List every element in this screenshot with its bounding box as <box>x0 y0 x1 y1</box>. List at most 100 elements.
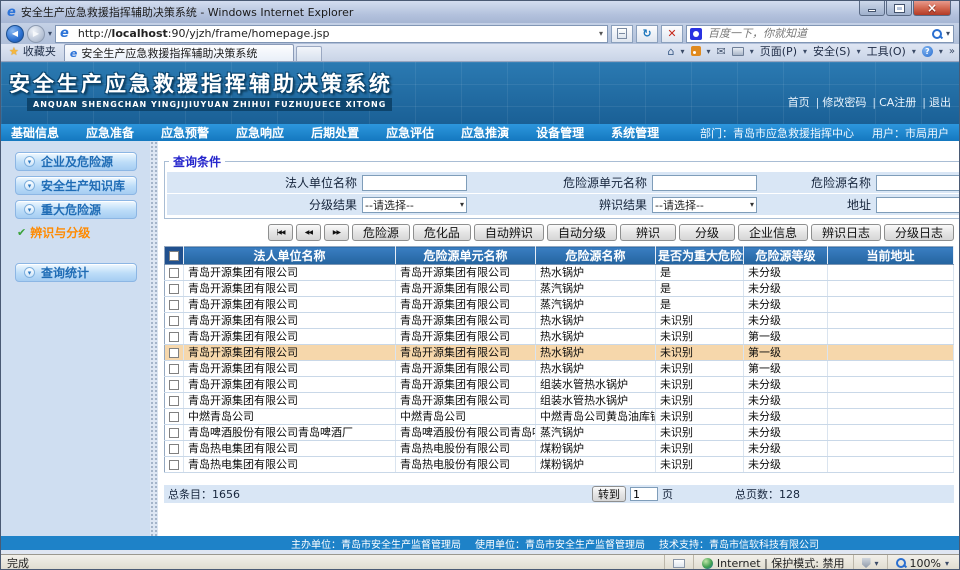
url-dropdown-icon[interactable]: ▾ <box>599 29 603 38</box>
next-page-button[interactable]: ▶▶ <box>324 224 349 241</box>
grade-log-button[interactable]: 分级日志 <box>884 224 954 241</box>
maximize-button[interactable] <box>886 1 912 16</box>
menu-emergency-evaluate[interactable]: 应急评估 <box>386 124 434 141</box>
menu-equipment-manage[interactable]: 设备管理 <box>536 124 584 141</box>
sidebar-splitter[interactable] <box>150 141 158 536</box>
hazard-source-button[interactable]: 危险源 <box>352 224 410 241</box>
help-dropdown-icon[interactable]: ▾ <box>939 47 943 56</box>
forward-button[interactable]: ▶ <box>27 25 45 43</box>
auto-grade-button[interactable]: 自动分级 <box>547 224 617 241</box>
feeds-dropdown-icon[interactable]: ▾ <box>707 47 711 56</box>
menu-post-disposal[interactable]: 后期处置 <box>311 124 359 141</box>
safety-dropdown-icon[interactable]: ▾ <box>857 47 861 56</box>
table-row[interactable]: 青岛开源集团有限公司青岛开源集团有限公司蒸汽锅炉是未分级 <box>165 297 954 313</box>
row-checkbox[interactable] <box>169 284 179 294</box>
row-checkbox[interactable] <box>169 300 179 310</box>
table-row[interactable]: 青岛开源集团有限公司青岛开源集团有限公司热水锅炉未识别第一级 <box>165 329 954 345</box>
table-row[interactable]: 青岛开源集团有限公司青岛开源集团有限公司组装水管热水锅炉未识别未分级 <box>165 393 954 409</box>
read-mail-icon[interactable]: ✉ <box>717 45 726 58</box>
sidebar-item-major-hazard[interactable]: ▾ 重大危险源 <box>15 200 137 219</box>
page-number-input[interactable] <box>630 487 658 501</box>
stop-button[interactable]: ✕ <box>661 25 683 43</box>
zoom-pane[interactable]: 100% ▾ <box>887 555 959 570</box>
link-ca-register[interactable]: CA注册 <box>866 94 916 110</box>
menu-basic-info[interactable]: 基础信息 <box>11 124 59 141</box>
row-checkbox[interactable] <box>169 460 179 470</box>
row-checkbox[interactable] <box>169 316 179 326</box>
menu-system-manage[interactable]: 系统管理 <box>611 124 659 141</box>
row-checkbox[interactable] <box>169 444 179 454</box>
table-row[interactable]: 青岛开源集团有限公司青岛开源集团有限公司蒸汽锅炉是未分级 <box>165 281 954 297</box>
identify-result-select[interactable]: --请选择--▾ <box>652 197 757 213</box>
table-row[interactable]: 中燃青岛公司中燃青岛公司中燃青岛公司黄岛油库锅炉未识别未分级 <box>165 409 954 425</box>
first-page-button[interactable]: |◀◀ <box>268 224 293 241</box>
page-dropdown-icon[interactable]: ▾ <box>803 47 807 56</box>
link-home[interactable]: 首页 <box>788 94 810 110</box>
close-button[interactable]: × <box>913 1 951 16</box>
search-dropdown-icon[interactable]: ▾ <box>946 29 950 38</box>
identify-button[interactable]: 辨识 <box>620 224 676 241</box>
table-row[interactable]: 青岛热电集团有限公司青岛热电股份有限公司煤粉锅炉未识别未分级 <box>165 441 954 457</box>
hazardous-chemical-button[interactable]: 危化品 <box>413 224 471 241</box>
sidebar-item-enterprise-hazard[interactable]: ▾ 企业及危险源 <box>15 152 137 171</box>
row-checkbox[interactable] <box>169 332 179 342</box>
enterprise-info-button[interactable]: 企业信息 <box>738 224 808 241</box>
row-checkbox[interactable] <box>169 412 179 422</box>
sidebar-item-identify-grade-active[interactable]: ✔ 辨识与分级 <box>17 224 158 241</box>
minimize-button[interactable] <box>859 1 885 16</box>
menu-tools[interactable]: 工具(O) <box>867 43 906 59</box>
back-button[interactable]: ◀ <box>6 25 24 43</box>
address-input[interactable] <box>876 197 960 213</box>
link-change-password[interactable]: 修改密码 <box>810 94 867 110</box>
overflow-icon[interactable]: » <box>949 46 955 57</box>
identify-log-button[interactable]: 辨识日志 <box>811 224 881 241</box>
home-icon[interactable]: ⌂ <box>668 45 675 58</box>
new-tab-button[interactable] <box>296 46 322 61</box>
row-checkbox[interactable] <box>169 364 179 374</box>
tab-active[interactable]: e 安全生产应急救援指挥辅助决策系统 <box>64 44 294 61</box>
help-icon[interactable]: ? <box>922 46 933 57</box>
menu-emergency-warning[interactable]: 应急预警 <box>161 124 209 141</box>
print-icon[interactable] <box>732 47 744 56</box>
row-checkbox[interactable] <box>169 380 179 390</box>
row-checkbox[interactable] <box>169 396 179 406</box>
grade-button[interactable]: 分级 <box>679 224 735 241</box>
table-row[interactable]: 青岛开源集团有限公司青岛开源集团有限公司热水锅炉是未分级 <box>165 265 954 281</box>
table-row[interactable]: 青岛开源集团有限公司青岛开源集团有限公司热水锅炉未识别第一级 <box>165 361 954 377</box>
refresh-button[interactable]: ↻ <box>636 25 658 43</box>
compatibility-view-button[interactable] <box>611 25 633 43</box>
legal-unit-name-input[interactable] <box>362 175 467 191</box>
table-row[interactable]: 青岛开源集团有限公司青岛开源集团有限公司热水锅炉未识别未分级 <box>165 313 954 329</box>
menu-emergency-drill[interactable]: 应急推演 <box>461 124 509 141</box>
goto-page-button[interactable]: 转到 <box>592 486 626 502</box>
menu-page[interactable]: 页面(P) <box>760 43 797 59</box>
sidebar-item-query-statistics[interactable]: ▾ 查询统计 <box>15 263 137 282</box>
menu-emergency-prepare[interactable]: 应急准备 <box>86 124 134 141</box>
menu-emergency-response[interactable]: 应急响应 <box>236 124 284 141</box>
grade-result-select[interactable]: --请选择--▾ <box>362 197 467 213</box>
row-checkbox[interactable] <box>169 268 179 278</box>
print-dropdown-icon[interactable]: ▾ <box>750 47 754 56</box>
link-logout[interactable]: 退出 <box>916 94 951 110</box>
home-dropdown-icon[interactable]: ▾ <box>681 47 685 56</box>
url-field[interactable]: e http://localhost:90/yjzh/frame/homepag… <box>55 25 608 43</box>
sidebar-item-safety-knowledge[interactable]: ▾ 安全生产知识库 <box>15 176 137 195</box>
select-all-checkbox[interactable] <box>169 251 179 261</box>
prev-page-button[interactable]: ◀◀ <box>296 224 321 241</box>
hazard-name-input[interactable] <box>876 175 960 191</box>
table-row[interactable]: 青岛开源集团有限公司青岛开源集团有限公司组装水管热水锅炉未识别未分级 <box>165 377 954 393</box>
favorites-button[interactable]: ★ 收藏夹 <box>5 43 64 61</box>
search-icon[interactable] <box>932 29 942 39</box>
row-checkbox[interactable] <box>169 428 179 438</box>
table-row[interactable]: 青岛啤酒股份有限公司青岛啤酒厂青岛啤酒股份有限公司青岛啤酒厂蒸汽锅炉未识别未分级 <box>165 425 954 441</box>
feeds-icon[interactable] <box>691 46 701 56</box>
history-dropdown-icon[interactable]: ▾ <box>48 29 52 38</box>
row-checkbox[interactable] <box>169 348 179 358</box>
tools-dropdown-icon[interactable]: ▾ <box>912 47 916 56</box>
table-row[interactable]: 青岛热电集团有限公司青岛热电股份有限公司煤粉锅炉未识别未分级 <box>165 457 954 473</box>
table-row[interactable]: 青岛开源集团有限公司青岛开源集团有限公司热水锅炉未识别第一级 <box>165 345 954 361</box>
search-input[interactable] <box>706 26 928 41</box>
hazard-unit-name-input[interactable] <box>652 175 757 191</box>
auto-identify-button[interactable]: 自动辨识 <box>474 224 544 241</box>
menu-safety[interactable]: 安全(S) <box>813 43 851 59</box>
